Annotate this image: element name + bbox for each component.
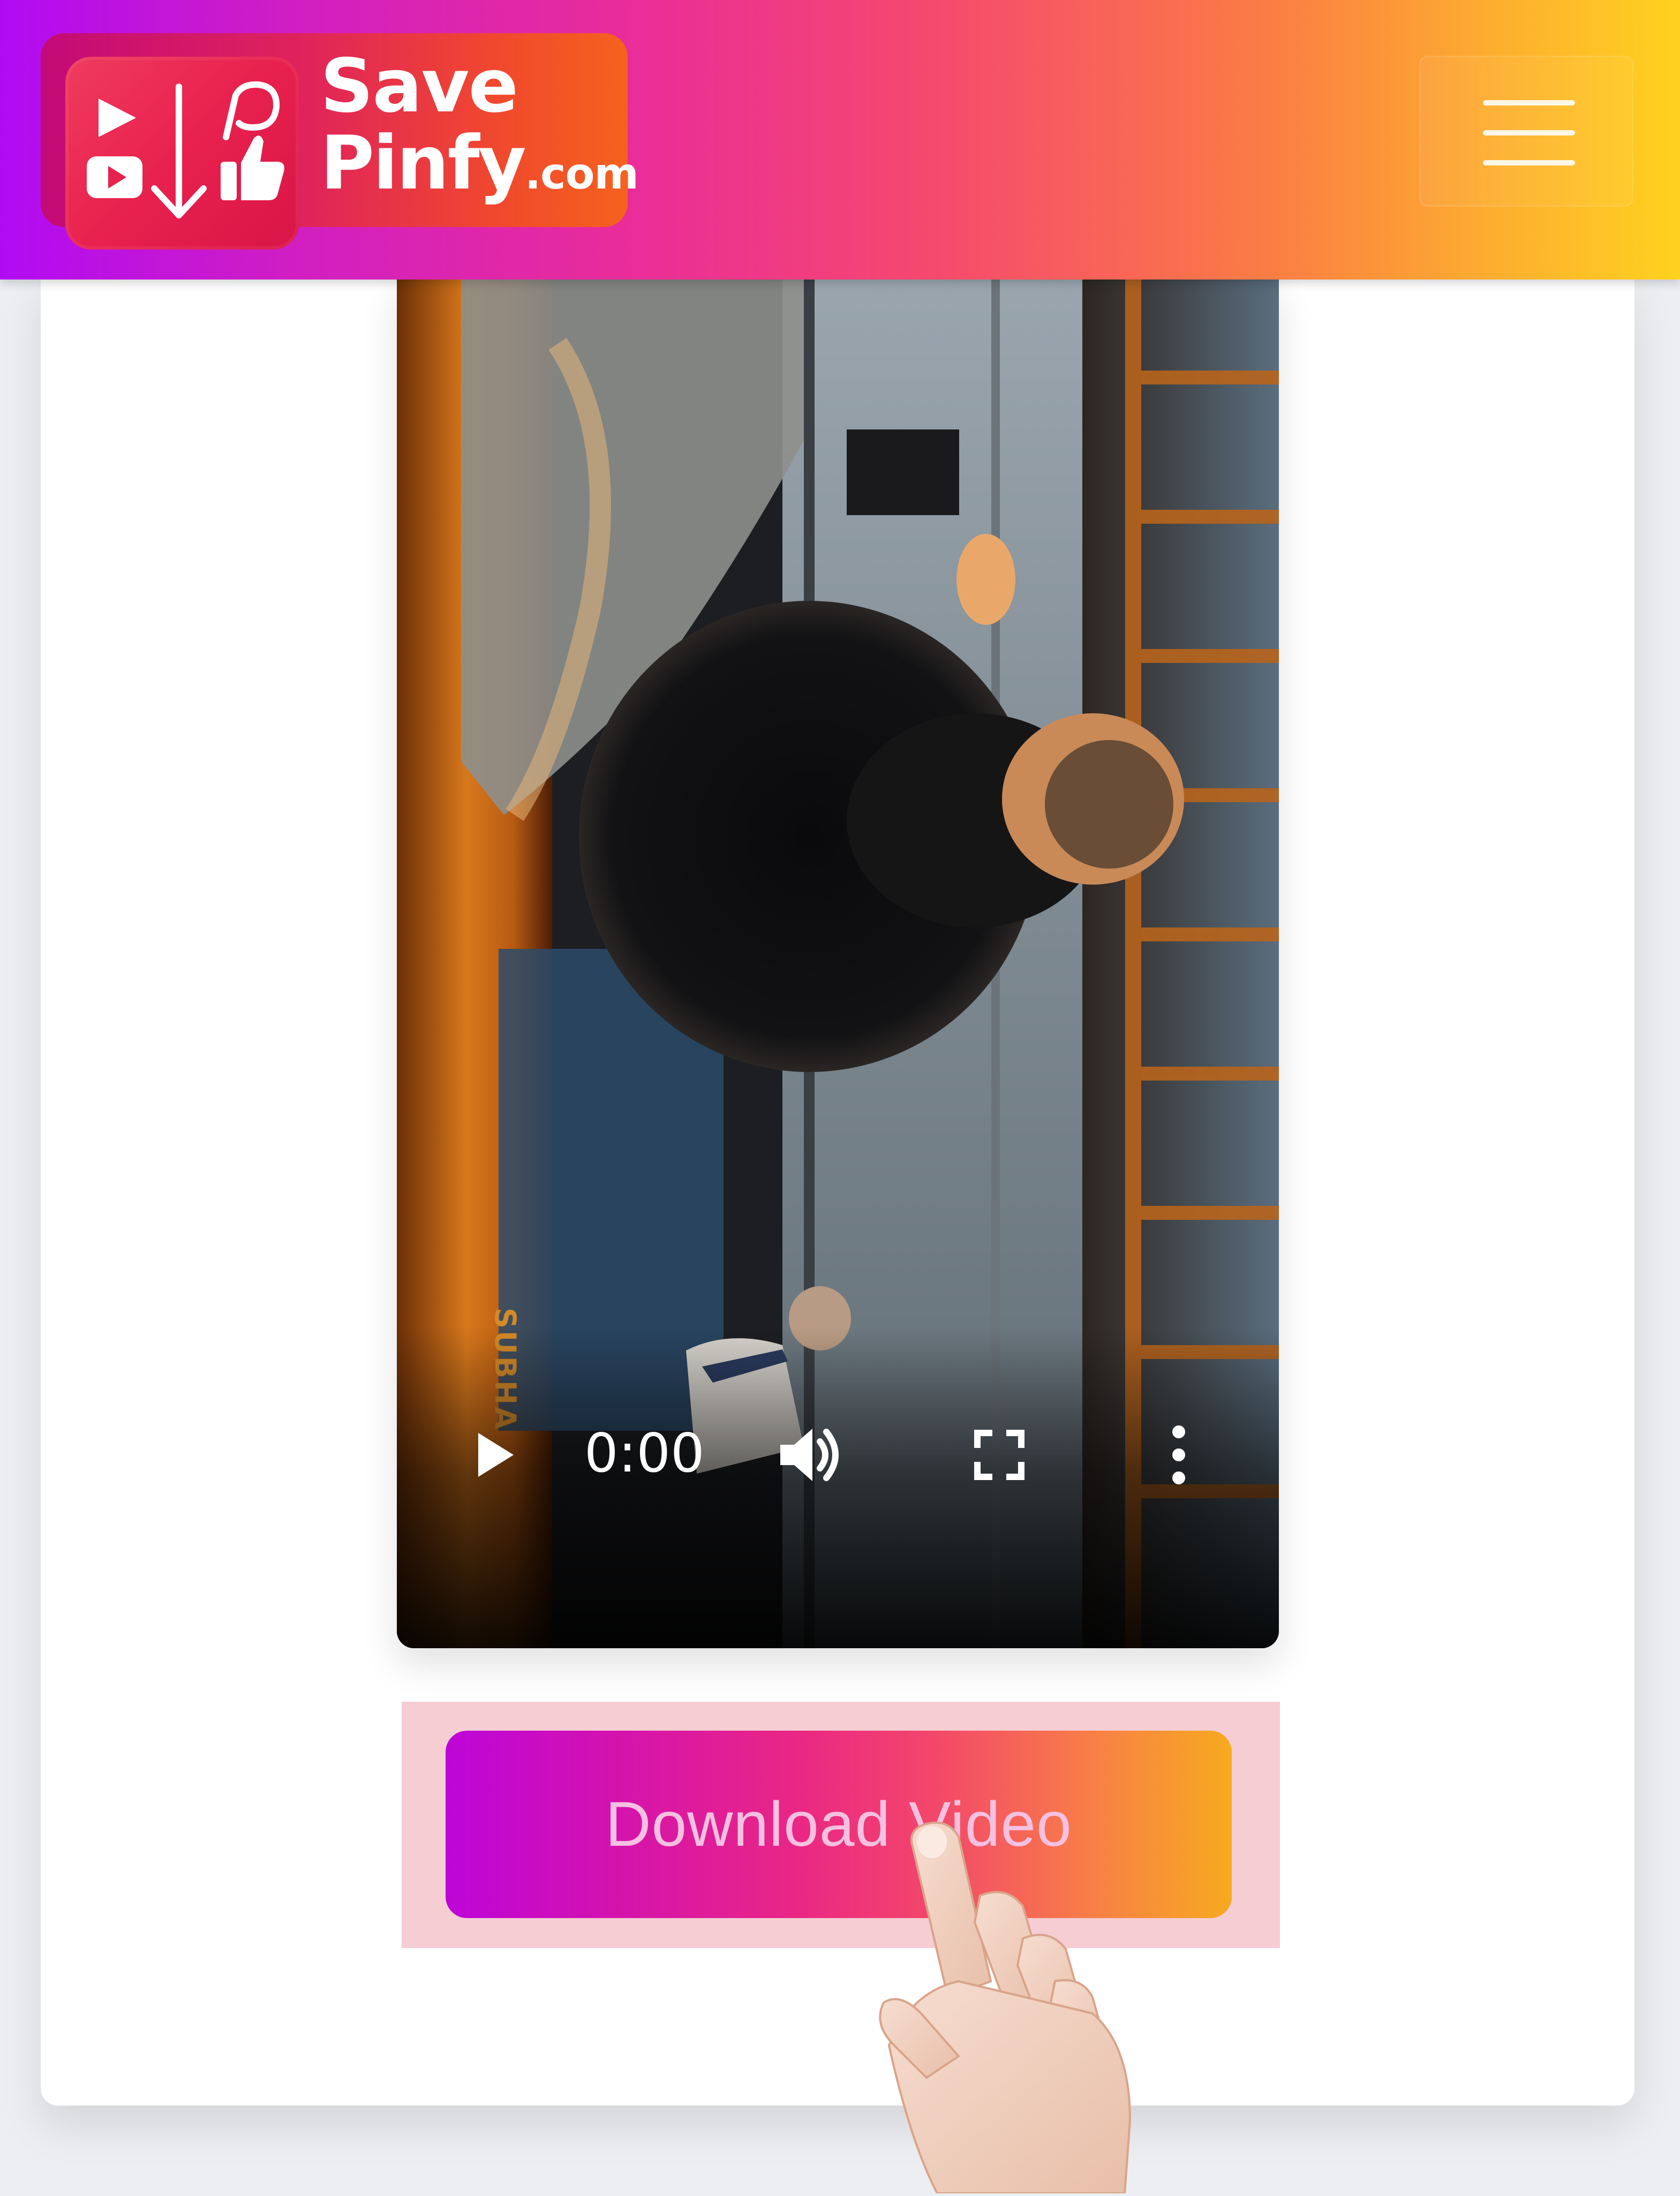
play-button[interactable] [464,1425,523,1484]
volume-icon [780,1429,839,1481]
hamburger-menu-button[interactable] [1419,56,1633,207]
logo-icon [65,57,299,250]
video-player[interactable]: SUBHA 0:00 [397,280,1279,1648]
fullscreen-button[interactable] [970,1425,1029,1484]
hamburger-menu-icon [1483,100,1575,105]
time-display: 0:00 [584,1422,705,1484]
logo-domain-suffix: .com [524,149,639,199]
site-header: Save Pinfy.com [0,0,1680,280]
logo-word-save: Save [320,43,518,129]
logo-word-pinfy: Pinfy [320,120,526,206]
logo-wordmark: Save Pinfy.com [320,43,639,200]
more-options-button[interactable] [1157,1420,1200,1490]
fullscreen-icon [974,1430,1024,1480]
hamburger-menu-bar [1483,160,1575,165]
site-logo[interactable]: Save Pinfy.com [41,33,639,250]
more-vertical-icon [1172,1425,1185,1484]
pointing-hand-icon [878,1821,1210,2194]
volume-button[interactable] [775,1420,845,1490]
hamburger-menu-bar [1483,130,1575,135]
play-icon [478,1433,514,1477]
